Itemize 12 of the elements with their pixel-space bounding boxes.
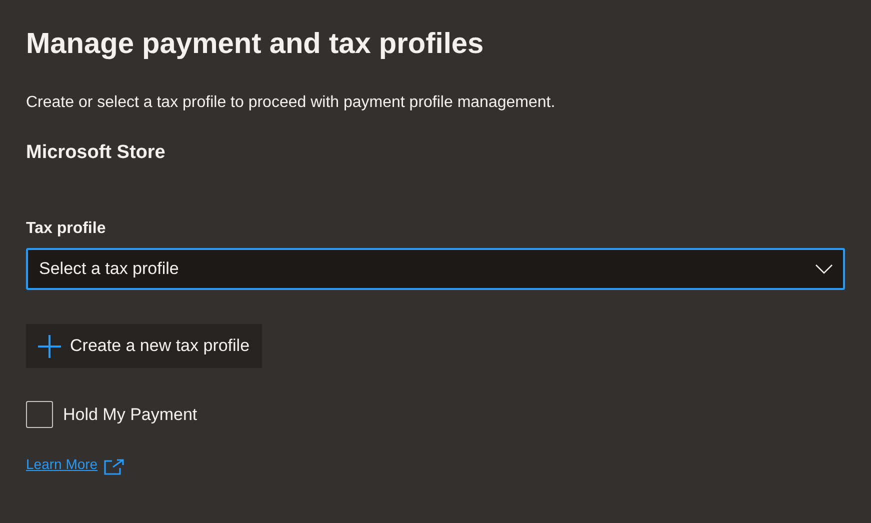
tax-profile-dropdown[interactable]: Select a tax profile xyxy=(26,248,845,290)
external-link-icon xyxy=(104,459,124,475)
create-profile-button[interactable]: Create a new tax profile xyxy=(26,324,262,368)
learn-more-link[interactable]: Learn More xyxy=(26,454,124,475)
description-text: Create or select a tax profile to proceed with payment profile management. xyxy=(26,93,556,113)
chevron-down-icon xyxy=(815,264,833,274)
page-title: Manage payment and tax profiles xyxy=(26,27,484,62)
checkbox[interactable] xyxy=(26,401,53,428)
field-label: Tax profile xyxy=(26,219,106,239)
checkbox-label: Hold My Payment xyxy=(63,404,198,426)
section-heading: Microsoft Store xyxy=(26,141,166,165)
plus-icon xyxy=(38,334,61,358)
